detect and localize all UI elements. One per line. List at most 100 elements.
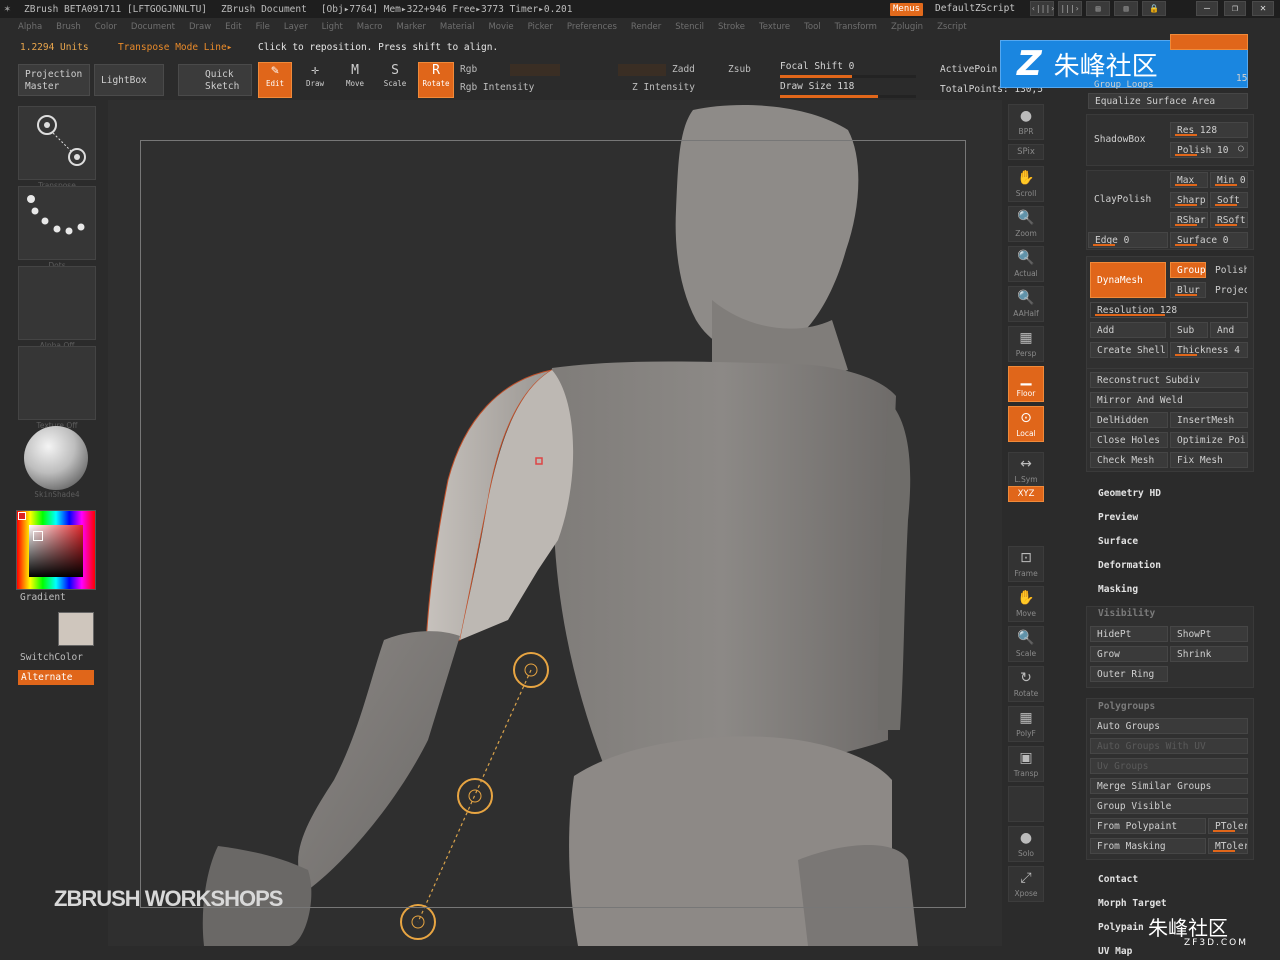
- color-picker[interactable]: [16, 510, 96, 590]
- maximize-icon[interactable]: ❐: [1224, 1, 1246, 16]
- rotate-button[interactable]: ↻ Rotate: [1008, 666, 1044, 702]
- equalize-surface-area-button[interactable]: Equalize Surface Area: [1088, 93, 1248, 109]
- merge-similar-groups-button[interactable]: Merge Similar Groups: [1090, 778, 1248, 794]
- uv-groups-button[interactable]: Uv Groups: [1090, 758, 1248, 774]
- menu-stencil[interactable]: Stencil: [675, 22, 704, 38]
- polygroups-section[interactable]: Polygroups: [1098, 701, 1155, 712]
- scale-button[interactable]: 🔍 Scale: [1008, 626, 1044, 662]
- secondary-color-swatch[interactable]: [58, 612, 94, 646]
- menu-zscript[interactable]: Zscript: [937, 22, 967, 38]
- res-slider[interactable]: Res 128: [1170, 122, 1248, 138]
- resolution-slider[interactable]: Resolution 128: [1090, 302, 1248, 318]
- lock-icon[interactable]: 🔒: [1142, 1, 1166, 16]
- from-polypaint-button[interactable]: From Polypaint: [1090, 818, 1206, 834]
- menu-edit[interactable]: Edit: [225, 22, 241, 38]
- frame-button[interactable]: ⊡ Frame: [1008, 546, 1044, 582]
- zoom-button[interactable]: 🔍 Zoom: [1008, 206, 1044, 242]
- fix-mesh-button[interactable]: Fix Mesh: [1170, 452, 1248, 468]
- sub-button[interactable]: Sub: [1170, 322, 1208, 338]
- default-zscript-button[interactable]: DefaultZScript: [935, 3, 1015, 14]
- shrink-button[interactable]: Shrink: [1170, 646, 1248, 662]
- material-selector[interactable]: [24, 426, 88, 490]
- menu-transform[interactable]: Transform: [835, 22, 877, 38]
- polypaint-section[interactable]: Polypain: [1098, 922, 1144, 933]
- group-loops-slider[interactable]: [1170, 34, 1248, 50]
- group-loops-header[interactable]: Group Loops: [1094, 80, 1154, 90]
- lightbox-button[interactable]: LightBox: [94, 64, 164, 96]
- surface-slider[interactable]: Surface 0: [1170, 232, 1248, 248]
- thickness-slider[interactable]: Thickness 4: [1170, 342, 1248, 358]
- showpt-button[interactable]: ShowPt: [1170, 626, 1248, 642]
- stroke-selector[interactable]: Dots: [18, 186, 96, 270]
- spix-button[interactable]: SPix: [1008, 144, 1044, 160]
- mrgb-toggle[interactable]: [510, 64, 560, 76]
- layout2-icon[interactable]: ▥: [1114, 1, 1138, 16]
- soft-slider[interactable]: Soft: [1210, 192, 1248, 208]
- menu-stroke[interactable]: Stroke: [718, 22, 745, 38]
- menu-tool[interactable]: Tool: [804, 22, 821, 38]
- grow-button[interactable]: Grow: [1090, 646, 1168, 662]
- menu-light[interactable]: Light: [322, 22, 343, 38]
- menu-alpha[interactable]: Alpha: [18, 22, 42, 38]
- draw-mode-button[interactable]: ✛ Draw: [298, 62, 332, 98]
- menu-render[interactable]: Render: [631, 22, 661, 38]
- local-button[interactable]: ⊙ Local: [1008, 406, 1044, 442]
- mirror-and-weld-button[interactable]: Mirror And Weld: [1090, 392, 1248, 408]
- and-button[interactable]: And: [1210, 322, 1248, 338]
- menus-toggle-button[interactable]: Menus: [890, 3, 924, 16]
- layout-icon[interactable]: ▤: [1086, 1, 1110, 16]
- edge-slider[interactable]: Edge 0: [1088, 232, 1168, 248]
- menu-marker[interactable]: Marker: [397, 22, 426, 38]
- menu-layer[interactable]: Layer: [284, 22, 308, 38]
- from-masking-button[interactable]: From Masking: [1090, 838, 1206, 854]
- floor-button[interactable]: ▁ Floor: [1008, 366, 1044, 402]
- gradient-toggle[interactable]: Gradient: [20, 592, 66, 603]
- menu-draw[interactable]: Draw: [189, 22, 211, 38]
- alpha-selector[interactable]: Alpha Off: [18, 266, 96, 350]
- menu-preferences[interactable]: Preferences: [567, 22, 617, 38]
- focal-shift-slider[interactable]: Focal Shift 0: [780, 61, 916, 79]
- quick-sketch-button[interactable]: Quick Sketch: [178, 64, 252, 96]
- alternate-button[interactable]: Alternate: [18, 670, 94, 685]
- create-shell-button[interactable]: Create Shell: [1090, 342, 1168, 358]
- menu-color[interactable]: Color: [95, 22, 117, 38]
- auto-groups-button[interactable]: Auto Groups: [1090, 718, 1248, 734]
- dynamesh-polish-toggle[interactable]: Polish: [1208, 262, 1248, 278]
- palette-toggle-icon[interactable]: |||›: [1058, 1, 1082, 16]
- menu-texture[interactable]: Texture: [759, 22, 790, 38]
- menu-picker[interactable]: Picker: [528, 22, 553, 38]
- geometry-hd-section[interactable]: Geometry HD: [1098, 488, 1161, 499]
- outer-ring-button[interactable]: Outer Ring: [1090, 666, 1168, 682]
- project-toggle[interactable]: Projec: [1208, 282, 1248, 298]
- shadowbox-button[interactable]: ShadowBox: [1094, 134, 1145, 145]
- uv-map-section[interactable]: UV Map: [1098, 946, 1132, 957]
- menu-brush[interactable]: Brush: [56, 22, 81, 38]
- scroll-button[interactable]: ✋ Scroll: [1008, 166, 1044, 202]
- rgb-toggle[interactable]: Rgb: [460, 64, 477, 75]
- document-canvas[interactable]: [108, 100, 1002, 946]
- polish-circle-icon[interactable]: ○: [1238, 143, 1244, 154]
- menu-movie[interactable]: Movie: [488, 22, 513, 38]
- menu-zplugin[interactable]: Zplugin: [891, 22, 923, 38]
- dynamesh-group-toggle[interactable]: Group: [1170, 262, 1206, 278]
- check-mesh-button[interactable]: Check Mesh: [1090, 452, 1168, 468]
- reconstruct-subdiv-button[interactable]: Reconstruct Subdiv: [1090, 372, 1248, 388]
- menu-macro[interactable]: Macro: [357, 22, 383, 38]
- max-slider[interactable]: Max: [1170, 172, 1208, 188]
- optimize-points-button[interactable]: Optimize Poi: [1170, 432, 1248, 448]
- xyz-button[interactable]: XYZ: [1008, 486, 1044, 502]
- move-mode-button[interactable]: M Move: [338, 62, 372, 98]
- deformation-section[interactable]: Deformation: [1098, 560, 1161, 571]
- menu-material[interactable]: Material: [440, 22, 475, 38]
- delhidden-button[interactable]: DelHidden: [1090, 412, 1168, 428]
- blur-slider[interactable]: Blur: [1170, 282, 1206, 298]
- surface-section[interactable]: Surface: [1098, 536, 1138, 547]
- z-intensity-slider[interactable]: Z Intensity: [632, 82, 695, 93]
- add-button[interactable]: Add: [1090, 322, 1166, 338]
- morph-target-section[interactable]: Morph Target: [1098, 898, 1167, 909]
- menu-document[interactable]: Document: [131, 22, 175, 38]
- insertmesh-button[interactable]: InsertMesh: [1170, 412, 1248, 428]
- transp-button[interactable]: ▣ Transp: [1008, 746, 1044, 782]
- draw-size-slider[interactable]: Draw Size 118: [780, 81, 916, 99]
- rotate-mode-button[interactable]: R Rotate: [418, 62, 454, 98]
